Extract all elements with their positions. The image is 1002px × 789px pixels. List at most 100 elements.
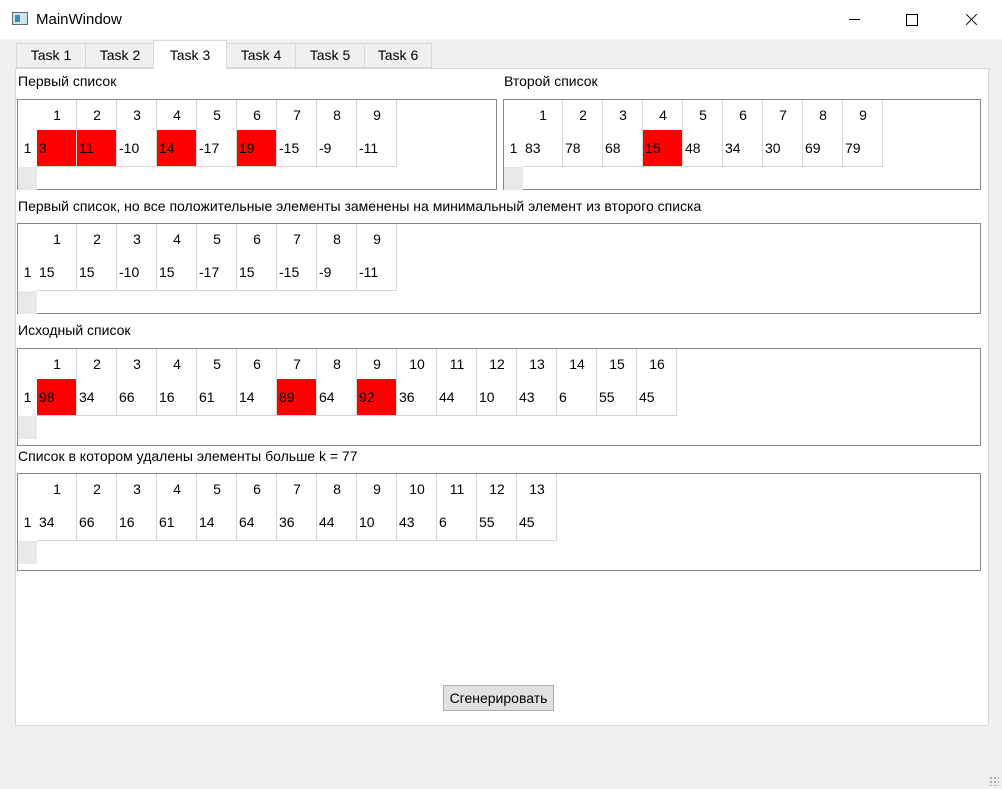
close-button[interactable]: [948, 0, 994, 39]
column-header[interactable]: 7: [277, 349, 317, 379]
column-header[interactable]: 5: [683, 100, 723, 130]
source-list-grid[interactable]: 1 1 98 2 34 3 66 4 16 5 61 6 14 7 89 8 64 9 92 10 36 11 44 12 10…: [17, 348, 981, 446]
grid-cell[interactable]: 89: [277, 379, 316, 415]
grid-cell[interactable]: 66: [117, 379, 156, 415]
column-header[interactable]: 9: [357, 100, 397, 130]
grid-cell[interactable]: 11: [77, 130, 116, 166]
column-header[interactable]: 5: [197, 474, 237, 504]
grid-cell[interactable]: 10: [357, 504, 396, 540]
grid-cell[interactable]: -9: [317, 254, 356, 290]
column-header[interactable]: 9: [357, 474, 397, 504]
resize-grip-icon[interactable]: [989, 776, 999, 786]
grid-cell[interactable]: 45: [637, 379, 676, 415]
column-header[interactable]: 10: [397, 474, 437, 504]
grid-cell[interactable]: 15: [237, 254, 276, 290]
column-header[interactable]: 7: [277, 474, 317, 504]
grid-cell[interactable]: 14: [197, 504, 236, 540]
column-header[interactable]: 6: [237, 224, 277, 254]
tab-task-3[interactable]: Task 3: [153, 40, 227, 69]
grid-cell[interactable]: 15: [77, 254, 116, 290]
column-header[interactable]: 2: [563, 100, 603, 130]
grid-cell[interactable]: 6: [437, 504, 476, 540]
horizontal-scrollbar[interactable]: [504, 167, 523, 190]
column-header[interactable]: 9: [843, 100, 883, 130]
column-header[interactable]: 1: [37, 474, 77, 504]
grid-cell[interactable]: 64: [317, 379, 356, 415]
grid-cell[interactable]: -11: [357, 130, 396, 166]
column-header[interactable]: 3: [117, 100, 157, 130]
grid-cell[interactable]: 78: [563, 130, 602, 166]
grid-cell[interactable]: -17: [197, 254, 236, 290]
column-header[interactable]: 4: [157, 100, 197, 130]
column-header[interactable]: 3: [117, 474, 157, 504]
grid-cell[interactable]: 61: [157, 504, 196, 540]
grid-cell[interactable]: 66: [77, 504, 116, 540]
column-header[interactable]: 11: [437, 349, 477, 379]
column-header[interactable]: 14: [557, 349, 597, 379]
grid-cell[interactable]: 6: [557, 379, 596, 415]
column-header[interactable]: 8: [803, 100, 843, 130]
grid-cell[interactable]: 10: [477, 379, 516, 415]
filtered-list-grid[interactable]: 1 1 34 2 66 3 16 4 61 5 14 6 64 7 36 8 44 9 10 10 43 11 6 12 55 1…: [17, 473, 981, 571]
grid-cell[interactable]: 48: [683, 130, 722, 166]
grid-cell[interactable]: 30: [763, 130, 802, 166]
tab-task-2[interactable]: Task 2: [85, 43, 155, 68]
column-header[interactable]: 1: [37, 100, 77, 130]
column-header[interactable]: 4: [643, 100, 683, 130]
column-header[interactable]: 13: [517, 474, 557, 504]
column-header[interactable]: 5: [197, 100, 237, 130]
tab-task-5[interactable]: Task 5: [295, 43, 365, 68]
column-header[interactable]: 10: [397, 349, 437, 379]
grid-cell[interactable]: 43: [397, 504, 436, 540]
column-header[interactable]: 6: [723, 100, 763, 130]
column-header[interactable]: 9: [357, 224, 397, 254]
grid-cell[interactable]: 43: [517, 379, 556, 415]
column-header[interactable]: 8: [317, 349, 357, 379]
grid-cell[interactable]: 16: [117, 504, 156, 540]
grid-cell[interactable]: -17: [197, 130, 236, 166]
column-header[interactable]: 4: [157, 349, 197, 379]
first-list-grid[interactable]: 1 1 3 2 11 3 -10 4 14 5 -17 6 19 7 -15 8 -9 9 -11: [17, 99, 497, 190]
column-header[interactable]: 1: [37, 224, 77, 254]
grid-cell[interactable]: 36: [277, 504, 316, 540]
grid-cell[interactable]: 68: [603, 130, 642, 166]
column-header[interactable]: 6: [237, 474, 277, 504]
minimize-button[interactable]: [831, 0, 877, 39]
column-header[interactable]: 16: [637, 349, 677, 379]
grid-cell[interactable]: 15: [643, 130, 682, 166]
grid-cell[interactable]: 79: [843, 130, 882, 166]
grid-cell[interactable]: 92: [357, 379, 396, 415]
grid-cell[interactable]: 55: [597, 379, 636, 415]
grid-cell[interactable]: 34: [77, 379, 116, 415]
column-header[interactable]: 2: [77, 474, 117, 504]
grid-cell[interactable]: 44: [317, 504, 356, 540]
column-header[interactable]: 6: [237, 349, 277, 379]
grid-cell[interactable]: -10: [117, 130, 156, 166]
column-header[interactable]: 1: [37, 349, 77, 379]
grid-cell[interactable]: -9: [317, 130, 356, 166]
tab-task-4[interactable]: Task 4: [226, 43, 296, 68]
maximize-button[interactable]: [889, 0, 935, 39]
column-header[interactable]: 12: [477, 349, 517, 379]
column-header[interactable]: 13: [517, 349, 557, 379]
grid-cell[interactable]: 34: [37, 504, 76, 540]
grid-cell[interactable]: 83: [523, 130, 562, 166]
grid-cell[interactable]: 34: [723, 130, 762, 166]
grid-cell[interactable]: 16: [157, 379, 196, 415]
tab-task-6[interactable]: Task 6: [364, 43, 432, 68]
column-header[interactable]: 7: [277, 224, 317, 254]
tab-task-1[interactable]: Task 1: [16, 43, 86, 68]
column-header[interactable]: 8: [317, 224, 357, 254]
grid-cell[interactable]: 19: [237, 130, 276, 166]
grid-cell[interactable]: 44: [437, 379, 476, 415]
grid-cell[interactable]: 69: [803, 130, 842, 166]
column-header[interactable]: 2: [77, 100, 117, 130]
grid-cell[interactable]: -15: [277, 130, 316, 166]
column-header[interactable]: 3: [117, 349, 157, 379]
grid-cell[interactable]: 36: [397, 379, 436, 415]
grid-cell[interactable]: 64: [237, 504, 276, 540]
grid-cell[interactable]: 14: [157, 130, 196, 166]
column-header[interactable]: 7: [763, 100, 803, 130]
column-header[interactable]: 15: [597, 349, 637, 379]
column-header[interactable]: 2: [77, 349, 117, 379]
